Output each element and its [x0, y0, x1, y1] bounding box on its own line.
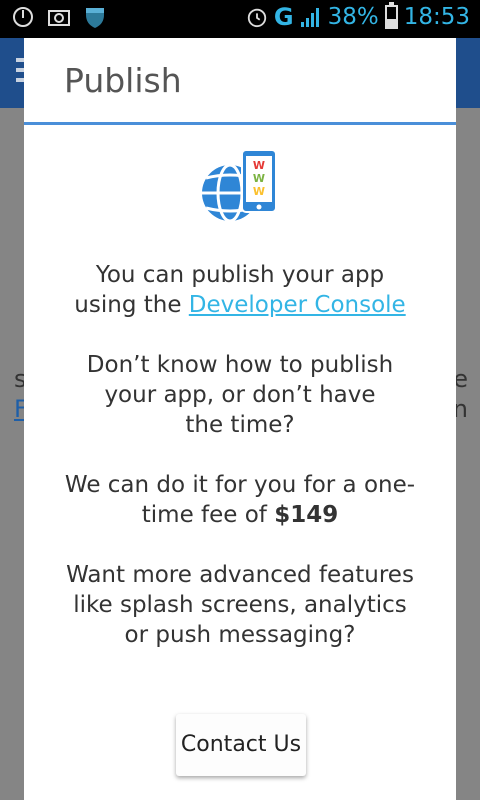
publish-paragraph: You can publish your app using the Devel… [24, 260, 456, 320]
svg-text:W: W [253, 185, 265, 198]
developer-console-link[interactable]: Developer Console [189, 292, 406, 318]
clock: 18:53 [403, 4, 470, 30]
fee-paragraph: We can do it for you for a one-time fee … [24, 470, 456, 530]
features-paragraph: Want more advanced features like splash … [66, 562, 414, 648]
signal-icon [300, 6, 322, 28]
help-paragraph: Don’t know how to publish your app, or d… [86, 352, 394, 438]
dialog-content: You can publish your app using the Devel… [24, 260, 456, 680]
camera-icon [48, 6, 70, 28]
globe-phone-www-icon: W W W [200, 148, 280, 226]
status-bar: G 38% 18:53 [0, 0, 480, 38]
battery-icon [384, 2, 398, 29]
power-icon [12, 6, 34, 28]
battery-percent: 38% [327, 4, 379, 30]
price: $149 [274, 502, 339, 528]
contact-us-button[interactable]: Contact Us [176, 714, 306, 776]
battery-fill [386, 19, 396, 27]
shield-icon [84, 6, 106, 28]
svg-text:W: W [253, 159, 265, 172]
network-type: G [273, 3, 294, 31]
fee-text: We can do it for you for a one-time fee … [64, 472, 416, 528]
svg-text:W: W [253, 172, 265, 185]
publish-dialog: Publish W W W You can publish your app u… [24, 38, 456, 800]
alarm-icon [246, 6, 268, 28]
dialog-title: Publish [64, 60, 182, 100]
title-divider [24, 122, 456, 125]
